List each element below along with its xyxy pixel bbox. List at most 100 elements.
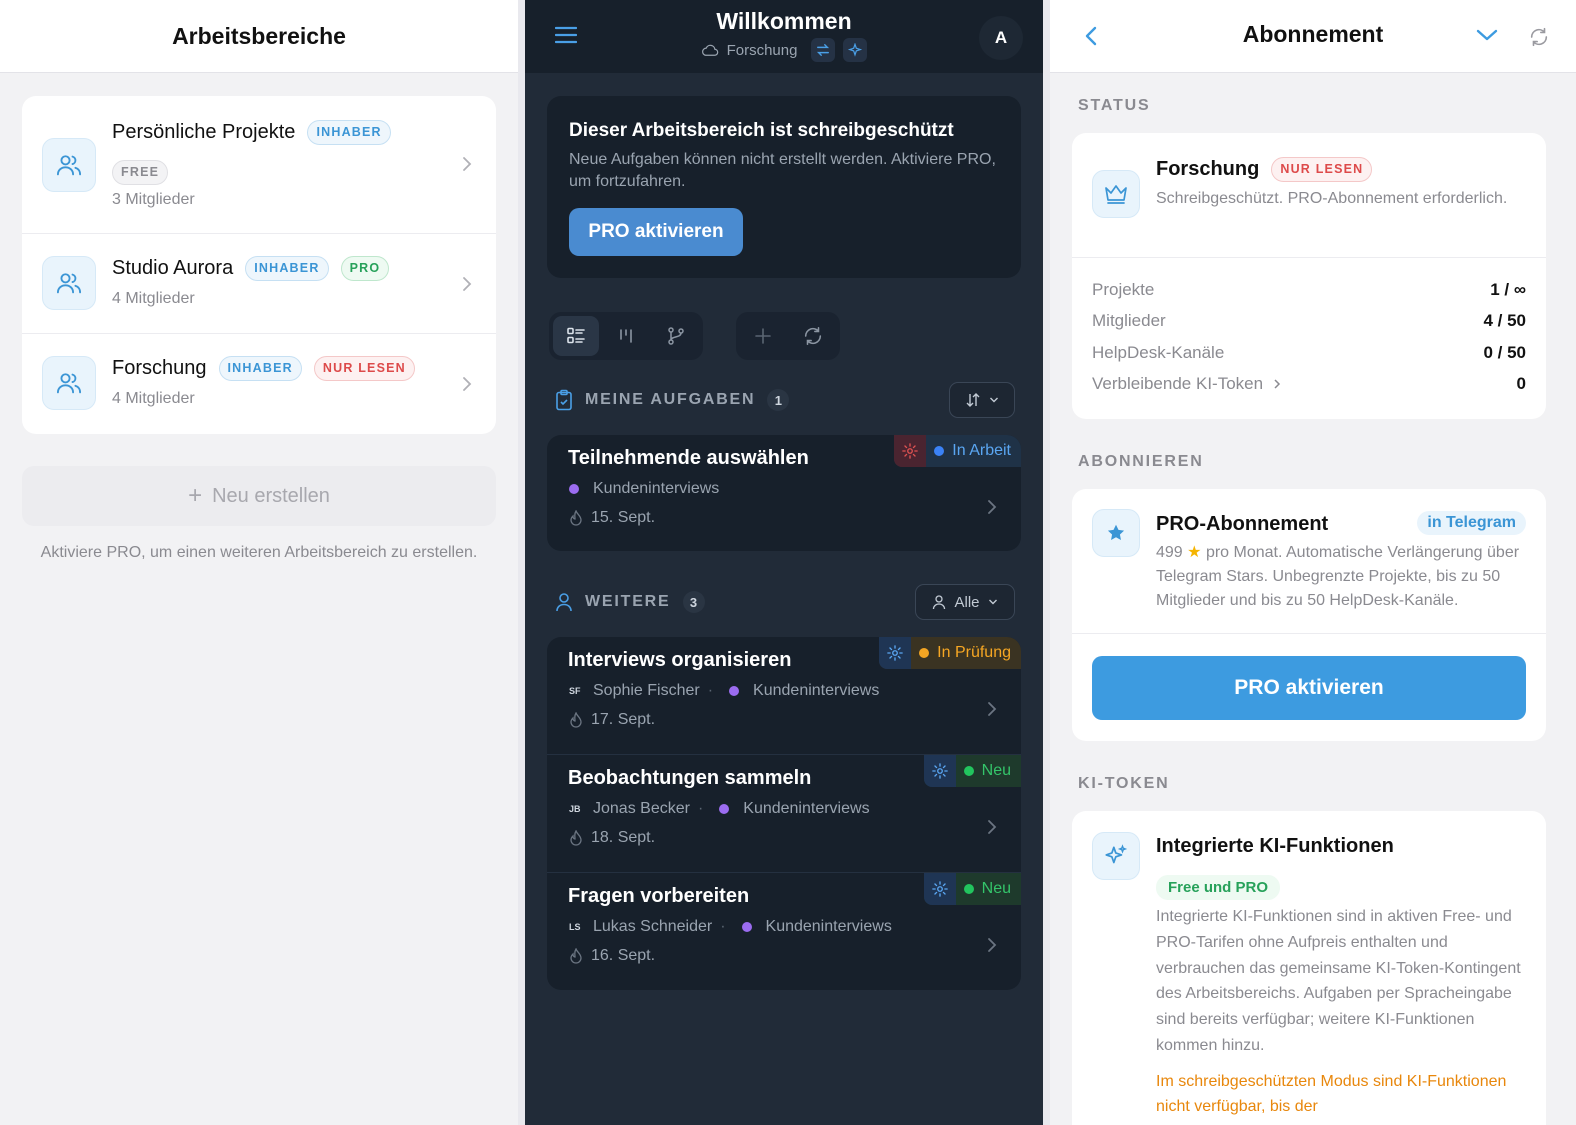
workspaces-header: Arbeitsbereiche: [0, 0, 518, 73]
chevron-down-icon[interactable]: [1476, 28, 1498, 42]
user-icon: [933, 595, 946, 610]
readonly-badge: NUR LESEN: [1271, 157, 1373, 182]
sort-icon: [966, 393, 980, 407]
stat-row-helpdesk: HelpDesk-Kanäle 0 / 50: [1092, 343, 1526, 363]
filter-label: Alle: [954, 593, 980, 611]
sparkle-icon: [848, 43, 863, 57]
telegram-badge: in Telegram: [1417, 511, 1526, 535]
due-date: 18. Sept.: [591, 829, 656, 846]
task-item[interactable]: Fragen vorbereiten Neu LS Lukas Schneide…: [547, 873, 1021, 990]
workspace-title: Studio Aurora INHABER PRO: [112, 256, 390, 281]
status-text: Neu: [981, 762, 1011, 779]
other-tasks-count: 3: [682, 591, 705, 613]
stat-label: Projekte: [1092, 280, 1155, 299]
project-dot: [569, 484, 579, 494]
stat-value: 0 / 50: [1483, 343, 1526, 362]
plan-badge-wrap: FREE: [112, 160, 169, 185]
my-tasks-label: MEINE AUFGABEN: [585, 391, 756, 408]
subscription-header: Abonnement: [1050, 0, 1576, 73]
assignee-initials: SF: [569, 686, 581, 696]
flame-icon: [570, 948, 582, 964]
flow-view-tab[interactable]: [653, 316, 699, 356]
activate-pro-button[interactable]: PRO aktivieren: [1092, 656, 1526, 720]
ai-button[interactable]: [843, 38, 868, 62]
task-date: 18. Sept.: [569, 829, 655, 847]
workspace-name: Persönliche Projekte: [112, 120, 296, 143]
flame-icon: [570, 830, 582, 846]
stat-label: Mitglieder: [1092, 311, 1166, 330]
chevron-right-icon: [988, 702, 997, 716]
status-tag: Neu: [923, 755, 1021, 787]
status-tag: Neu: [923, 873, 1021, 905]
status-text: Schreibgeschützt. PRO-Abonnement erforde…: [1156, 190, 1508, 207]
subscription-text: 499 ★ pro Monat. Automatische Verlängeru…: [1156, 541, 1528, 613]
filter-button[interactable]: Alle: [915, 584, 1015, 620]
assignee-name: Sophie Fischer: [593, 682, 700, 699]
page-title: Arbeitsbereiche: [172, 22, 346, 49]
users-icon: [42, 138, 96, 192]
subscription-description: pro Monat. Automatische Verlängerung übe…: [1156, 544, 1520, 609]
task-item[interactable]: Beobachtungen sammeln Neu JB Jonas Becke…: [547, 755, 1021, 873]
status-card: Forschung NUR LESEN Schreibgeschützt. PR…: [1072, 133, 1546, 419]
gear-icon: [894, 435, 927, 467]
stat-row-ai-tokens[interactable]: Verbleibende KI-Token 0: [1092, 374, 1526, 394]
assignee-name: Jonas Becker: [593, 800, 690, 817]
workspaces-panel: Arbeitsbereiche Persönliche Projekte INH…: [0, 0, 518, 1125]
project-dot: [729, 686, 740, 696]
task-item[interactable]: Teilnehmende auswählen In Arbeit Kundeni…: [547, 435, 1021, 551]
create-workspace-button[interactable]: + Neu erstellen: [22, 466, 496, 526]
workspace-title: Persönliche Projekte INHABER: [112, 120, 391, 145]
project-name: Kundeninterviews: [743, 800, 870, 817]
stat-label: HelpDesk-Kanäle: [1092, 343, 1225, 362]
assignee-name: Lukas Schneider: [593, 918, 713, 935]
member-count: 4 Mitglieder: [112, 390, 195, 407]
status-tag: In Prüfung: [879, 637, 1021, 669]
member-count: 4 Mitglieder: [112, 290, 195, 307]
status-dot: [934, 446, 945, 456]
status-title: Forschung NUR LESEN: [1156, 157, 1373, 182]
due-date: 15. Sept.: [591, 509, 656, 526]
task-meta: LS Lukas Schneider · Kundeninterviews: [569, 918, 892, 936]
refresh-icon: [804, 326, 822, 346]
ai-warning: Im schreibgeschützten Modus sind KI-Funk…: [1156, 1073, 1507, 1115]
subscribe-card: PRO-Abonnement in Telegram 499 ★ pro Mon…: [1072, 489, 1546, 741]
price: 499: [1156, 544, 1183, 561]
branch-icon: [668, 327, 684, 345]
workspace-item-personal[interactable]: Persönliche Projekte INHABER FREE 3 Mitg…: [22, 96, 496, 234]
refresh-button[interactable]: [790, 316, 836, 356]
switch-workspace-button[interactable]: [811, 38, 836, 62]
stat-value: 0: [1516, 374, 1526, 393]
task-item[interactable]: Interviews organisieren In Prüfung SF So…: [547, 637, 1021, 755]
divider: [1072, 633, 1546, 634]
swap-icon: [817, 44, 830, 56]
due-date: 17. Sept.: [591, 711, 656, 728]
view-switcher: [549, 312, 703, 360]
subscription-title: PRO-Abonnement: [1156, 513, 1329, 535]
workspace-item-studio-aurora[interactable]: Studio Aurora INHABER PRO 4 Mitglieder: [22, 234, 496, 334]
activate-pro-button[interactable]: PRO aktivieren: [569, 208, 743, 256]
stat-row-members: Mitglieder 4 / 50: [1092, 311, 1526, 331]
status-text: Neu: [981, 880, 1011, 897]
home-title: Willkommen: [716, 8, 852, 34]
status-label: Neu: [956, 873, 1021, 905]
chevron-right-icon: [463, 377, 472, 391]
cloud-icon: [701, 44, 718, 56]
board-view-tab[interactable]: [603, 316, 649, 356]
readonly-text: Neue Aufgaben können nicht erstellt werd…: [569, 151, 996, 190]
workspace-switcher[interactable]: Forschung: [525, 38, 1043, 62]
refresh-icon[interactable]: [1528, 26, 1550, 48]
workspace-item-forschung[interactable]: Forschung INHABER NUR LESEN 4 Mitglieder: [22, 334, 496, 434]
add-task-button[interactable]: [740, 316, 786, 356]
task-actions: [736, 312, 840, 360]
avatar[interactable]: A: [979, 16, 1023, 60]
list-view-tab[interactable]: [553, 316, 599, 356]
task-title: Fragen vorbereiten: [568, 885, 750, 907]
ai-text: Integrierte KI-Funktionen sind in aktive…: [1156, 908, 1521, 1054]
chevron-right-icon: [988, 820, 997, 834]
ai-section-title: KI-TOKEN: [1078, 775, 1170, 792]
ai-card: Integrierte KI-Funktionen Free und PRO I…: [1072, 811, 1546, 1125]
chevron-down-icon: [988, 599, 997, 605]
star-icon: ★: [1187, 544, 1202, 561]
sort-button[interactable]: [949, 382, 1015, 418]
stat-value: 1 / ∞: [1490, 280, 1526, 299]
